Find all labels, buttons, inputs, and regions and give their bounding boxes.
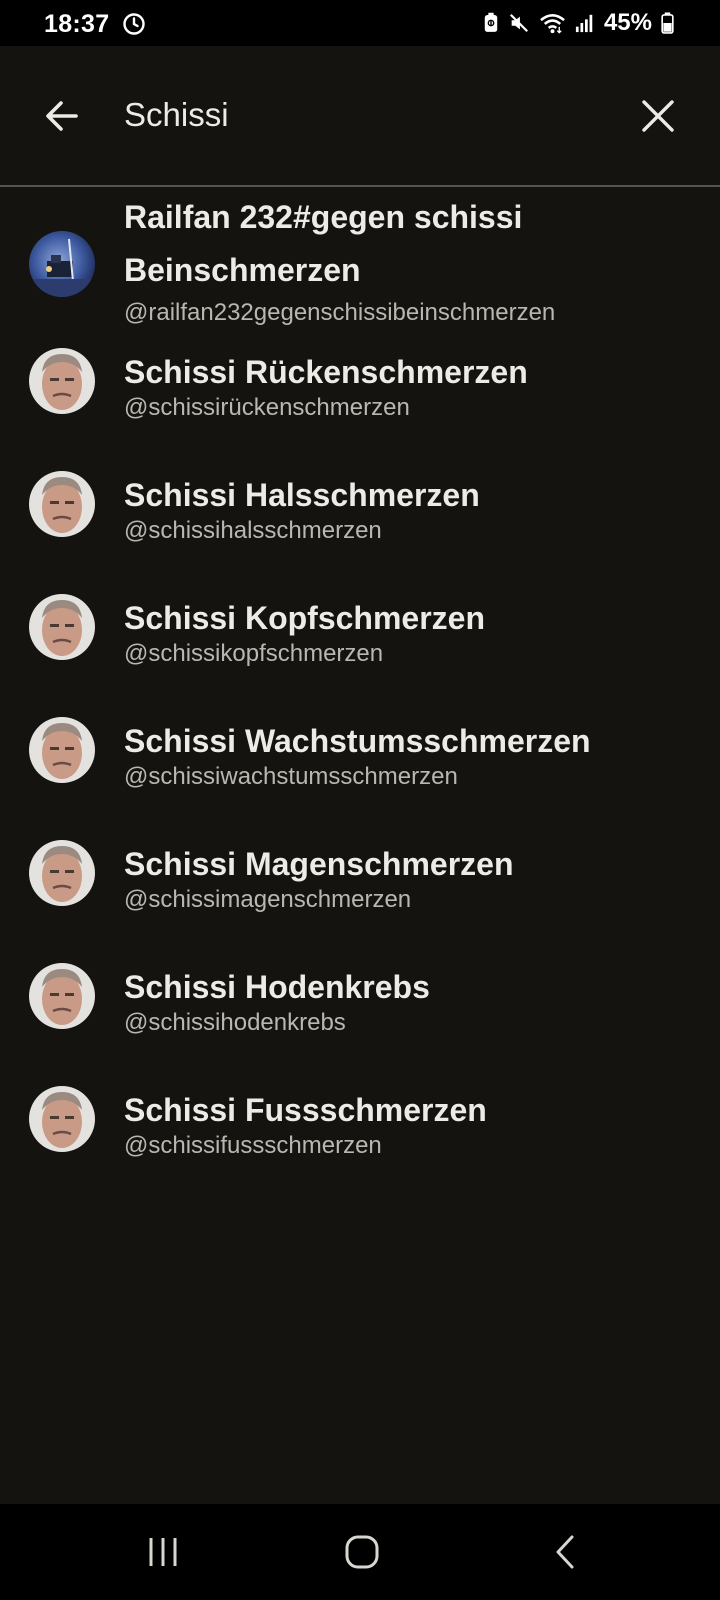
avatar [29,231,95,297]
result-handle: @schissihodenkrebs [124,1009,346,1036]
result-handle: @schissiwachstumsschmerzen [124,763,458,790]
close-icon [642,100,674,132]
face-photo [29,1086,95,1152]
face-photo [29,348,95,414]
result-handle: @schissirückenschmerzen [124,394,410,421]
face-photo [29,471,95,537]
list-item[interactable]: Schissi Magenschmerzen @schissimagenschm… [0,840,720,956]
list-item[interactable]: Schissi Hodenkrebs @schissihodenkrebs [0,963,720,1079]
back-button[interactable] [38,92,86,140]
list-item[interactable]: Schissi Halsschmerzen @schissihalsschmer… [0,471,720,587]
result-handle: @schissifussschmerzen [124,1132,382,1159]
battery-icon [661,12,674,34]
result-name: Schissi Hodenkrebs [124,969,430,1005]
wifi-icon [540,14,565,34]
back-icon [556,1535,574,1569]
avatar [29,1086,95,1152]
recent-apps-button[interactable] [133,1524,193,1580]
list-item[interactable]: Schissi Kopfschmerzen @schissikopfschmer… [0,594,720,710]
list-item[interactable]: Schissi Rückenschmerzen @schissirückensc… [0,348,720,464]
home-icon [345,1535,379,1569]
system-back-button[interactable] [536,1524,596,1580]
avatar [29,471,95,537]
face-photo [29,594,95,660]
result-handle: @schissimagenschmerzen [124,886,412,913]
train-photo [29,231,95,297]
avatar [29,840,95,906]
navigation-bar [0,1504,720,1600]
home-button[interactable] [332,1524,392,1580]
battery-saver-icon [484,12,498,32]
result-handle: @schissikopfschmerzen [124,640,384,667]
alarm-icon [123,13,145,35]
avatar [29,594,95,660]
result-handle: @schissihalsschmerzen [124,517,382,544]
list-item[interactable]: Schissi Fussschmerzen @schissifussschmer… [0,1086,720,1202]
battery-percent: 45% [603,9,652,36]
face-photo [29,717,95,783]
avatar [29,717,95,783]
result-name: Schissi Fussschmerzen [124,1092,487,1128]
result-name: Schissi Kopfschmerzen [124,600,485,636]
search-input[interactable] [124,90,604,140]
mute-icon [509,13,528,33]
list-item[interactable]: Railfan 232#gegen schissi Beinschmerzen … [0,187,720,332]
status-bar: 18:37 45% [0,0,720,46]
clear-search-button[interactable] [634,92,682,140]
avatar [29,348,95,414]
face-photo [29,840,95,906]
result-name: Railfan 232#gegen schissi Beinschmerzen [124,199,523,288]
face-photo [29,963,95,1029]
result-handle: @railfan232gegenschissibeinschmerzen [124,299,556,326]
signal-icon [575,14,593,33]
status-time: 18:37 [44,10,110,38]
search-header [0,46,720,184]
result-name: Schissi Magenschmerzen [124,846,514,882]
arrow-left-icon [46,101,78,131]
result-name: Schissi Wachstumsschmerzen [124,723,591,759]
recent-apps-icon [149,1538,177,1566]
avatar [29,963,95,1029]
result-name: Schissi Rückenschmerzen [124,354,528,390]
list-item[interactable]: Schissi Wachstumsschmerzen @schissiwachs… [0,717,720,833]
result-name: Schissi Halsschmerzen [124,477,480,513]
status-icons: 45% [483,8,674,38]
